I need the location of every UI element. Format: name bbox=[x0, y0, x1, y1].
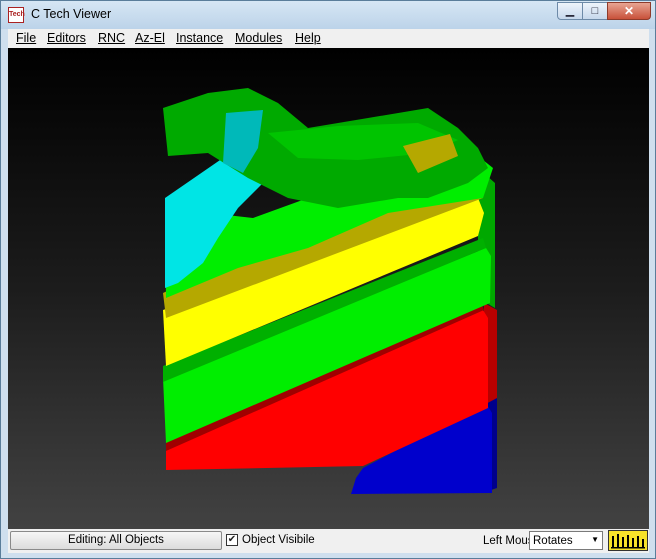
close-button[interactable]: ✕ bbox=[607, 2, 651, 20]
app-window: Tech C Tech Viewer ▁ □ ✕ File Editors RN… bbox=[0, 0, 656, 559]
chevron-down-icon: ▼ bbox=[591, 535, 599, 544]
minimize-button[interactable]: ▁ bbox=[557, 2, 583, 20]
object-visible-checkbox[interactable]: ✔ bbox=[226, 534, 238, 546]
left-mouse-mode-select[interactable]: Rotates ▼ bbox=[529, 531, 603, 550]
menu-file[interactable]: File bbox=[16, 31, 36, 45]
activity-meter bbox=[608, 530, 648, 551]
menu-instance[interactable]: Instance bbox=[176, 31, 223, 45]
maximize-button[interactable]: □ bbox=[582, 2, 608, 20]
editing-button[interactable]: Editing: All Objects bbox=[10, 531, 222, 550]
status-bar: Editing: All Objects ✔ Object Visibile L… bbox=[8, 529, 649, 553]
menu-az-el[interactable]: Az-El bbox=[135, 31, 165, 45]
object-visible-label: Object Visibile bbox=[242, 534, 315, 546]
menu-editors[interactable]: Editors bbox=[47, 31, 86, 45]
menu-modules[interactable]: Modules bbox=[235, 31, 282, 45]
menu-bar: File Editors RNC Az-El Instance Modules … bbox=[8, 29, 649, 48]
left-mouse-mode-value: Rotates bbox=[533, 535, 573, 547]
menu-rnc[interactable]: RNC bbox=[98, 31, 125, 45]
title-bar[interactable]: Tech C Tech Viewer ▁ □ ✕ bbox=[1, 1, 655, 29]
menu-help[interactable]: Help bbox=[295, 31, 321, 45]
window-title: C Tech Viewer bbox=[31, 7, 112, 21]
3d-viewport[interactable] bbox=[8, 48, 649, 529]
geologic-model[interactable] bbox=[8, 48, 649, 529]
ctech-app-icon[interactable]: Tech bbox=[8, 7, 25, 23]
meter-bars-icon bbox=[611, 534, 645, 549]
